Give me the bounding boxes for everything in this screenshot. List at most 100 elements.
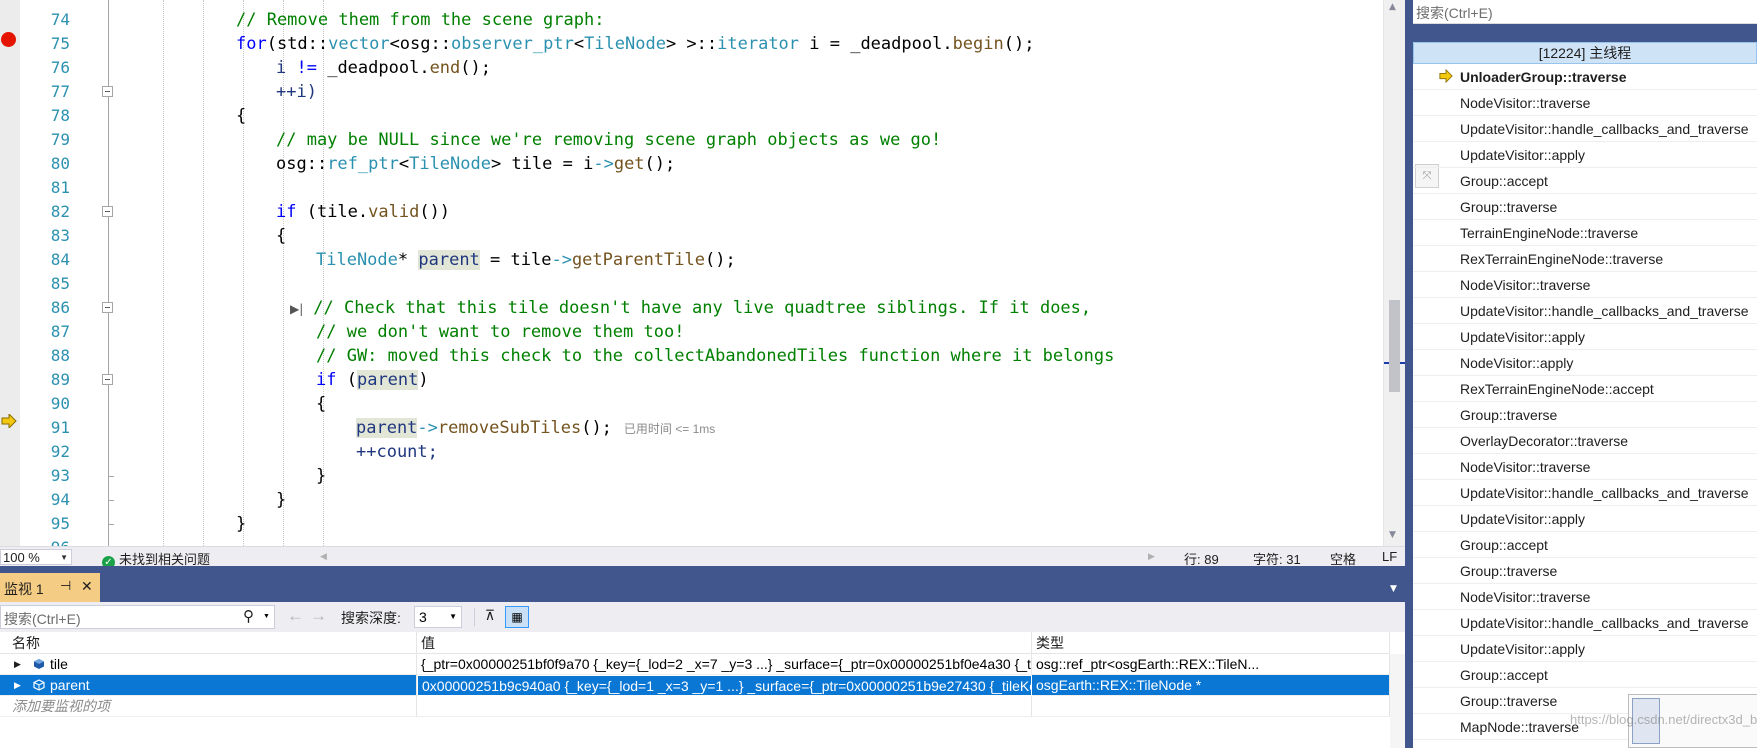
code-line-77: ++i) [276,80,317,104]
stack-frame[interactable]: RexTerrainEngineNode::traverse [1413,246,1757,272]
scroll-up-icon[interactable]: ▲ [1389,2,1396,12]
code-token: (); [460,58,491,78]
watch-add-row[interactable]: 添加要监视的项 [0,696,1390,717]
line-number: 90 [50,394,70,413]
code-token: (std:: [266,34,329,54]
expand-icon[interactable]: ▶ [14,654,21,674]
watch-row-selected[interactable]: ▶ parent 0x00000251b9c940a0 {_key={_lod=… [0,675,1390,696]
scroll-down-icon[interactable]: ▼ [1389,530,1396,540]
stack-frame[interactable]: UpdateVisitor::handle_callbacks_and_trav… [1413,480,1757,506]
stack-frame[interactable]: UpdateVisitor::apply [1413,636,1757,662]
code-token: (); [1003,34,1035,54]
stack-frame[interactable]: UpdateVisitor::handle_callbacks_and_trav… [1413,298,1757,324]
fold-collapse-icon[interactable] [102,302,113,313]
window-position-menu-icon[interactable]: ▼ [1390,584,1397,594]
fold-end-marker [108,476,114,477]
stack-frame[interactable]: UpdateVisitor::handle_callbacks_and_trav… [1413,610,1757,636]
watch-value[interactable]: 0x00000251b9c940a0 {_key={_lod=1 _x=3 _y… [417,675,1032,696]
stack-frame[interactable]: NodeVisitor::traverse [1413,272,1757,298]
column-header-type[interactable]: 类型 [1032,632,1390,654]
watch-vertical-scrollbar[interactable] [1390,654,1405,748]
watermark-text: https://blog.csdn.net/directx3d_beginner [1570,712,1757,727]
stack-frame[interactable]: Group::traverse [1413,194,1757,220]
search-placeholder: 搜索(Ctrl+E) [4,611,81,627]
add-watch-placeholder[interactable]: 添加要监视的项 [0,696,417,717]
callstack-search-input[interactable]: 搜索(Ctrl+E) [1413,0,1757,24]
code-line-95: } [236,512,246,536]
fold-collapse-icon[interactable] [102,374,113,385]
line-number: 85 [50,274,70,293]
watch-value[interactable]: {_ptr=0x00000251bf0f9a70 {_key={_lod=2 _… [417,654,1032,675]
code-editor[interactable]: 74 75 76 77 78 79 80 81 82 83 84 85 86 8… [0,0,1405,546]
scroll-thumb[interactable] [1389,300,1400,392]
tab-watch-1[interactable]: 监视 1 ⊣ ✕ [0,573,100,602]
call-stack-panel: 搜索(Ctrl+E) [12224] 主线程 ⤧ UnloaderGroup::… [1405,0,1757,748]
column-header-value[interactable]: 值 [417,632,1032,654]
code-token: { [276,226,287,246]
code-line-78: { [236,104,246,128]
variable-icon [34,659,44,669]
expand-icon[interactable]: ▶ [14,675,21,695]
watch-toolbar: 搜索(Ctrl+E) ⚲ ▼ ←→ 搜索深度: 3 ▼ ⊼ ▦ [0,602,1405,632]
stack-frame[interactable]: OverlayDecorator::traverse [1413,428,1757,454]
frame-label: UpdateVisitor::apply [1460,511,1586,527]
perf-tip[interactable]: 已用时间 <= 1ms [624,422,715,436]
view-as-hex-icon[interactable]: ▦ [505,606,529,628]
zoom-dropdown[interactable]: 100 % ▼ [0,549,72,565]
frame-label: Group::traverse [1460,693,1558,709]
editor-vertical-scrollbar[interactable]: ▲ ▼ [1383,0,1405,546]
chevron-down-icon[interactable]: ▼ [263,613,270,620]
stack-frame[interactable]: UpdateVisitor::apply [1413,142,1757,168]
run-to-click-icon[interactable]: ▶| [290,302,303,316]
watch-row[interactable]: ▶ tile {_ptr=0x00000251bf0f9a70 {_key={_… [0,654,1390,675]
stack-frame[interactable]: Group::accept [1413,532,1757,558]
code-token: { [316,394,327,414]
stack-frame[interactable]: Group::traverse [1413,558,1757,584]
thread-header[interactable]: [12224] 主线程 [1413,42,1757,64]
empty-cell [1032,696,1390,717]
operator-token: -> [417,418,438,438]
frame-label: UpdateVisitor::apply [1460,641,1586,657]
watch-name: tile [50,656,68,672]
stack-frame[interactable]: UpdateVisitor::handle_callbacks_and_trav… [1413,116,1757,142]
watch-type: osgEarth::REX::TileNode * [1032,675,1390,696]
search-depth-select[interactable]: 3 ▼ [414,606,462,628]
code-token: { [236,106,247,126]
code-token: } [316,466,327,486]
stack-frame-active[interactable]: UnloaderGroup::traverse [1413,64,1757,90]
column-header-name[interactable]: 名称 [0,632,417,654]
stack-frame[interactable]: RexTerrainEngineNode::accept [1413,376,1757,402]
stack-frame[interactable]: UpdateVisitor::apply [1413,506,1757,532]
pin-icon[interactable]: ⊣ [60,578,71,594]
stack-frame[interactable]: NodeVisitor::traverse [1413,90,1757,116]
stack-frame[interactable]: Group::accept [1413,662,1757,688]
fold-collapse-icon[interactable] [102,206,113,217]
frame-label: UpdateVisitor::handle_callbacks_and_trav… [1460,121,1749,137]
scroll-left-icon[interactable]: ◀ [320,551,327,562]
stack-frame[interactable]: NodeVisitor::traverse [1413,454,1757,480]
function-token: getParentTile [571,250,705,270]
scroll-right-icon[interactable]: ▶ [1148,551,1155,562]
filter-pin-icon[interactable]: ⊼ [479,607,501,627]
glyph-margin[interactable] [0,0,20,546]
search-nav-arrows[interactable]: ←→ [287,606,333,626]
watch-search-input[interactable]: 搜索(Ctrl+E) ⚲ ▼ [0,605,275,629]
stack-frame[interactable]: Group::traverse [1413,402,1757,428]
stack-frame[interactable]: TerrainEngineNode::traverse [1413,220,1757,246]
stack-frame[interactable]: NodeVisitor::apply [1413,350,1757,376]
stack-frame[interactable]: Group::accept [1413,168,1757,194]
line-ending-indicator[interactable]: LF [1382,549,1397,564]
line-number: 81 [50,178,70,197]
close-icon[interactable]: ✕ [81,578,93,595]
frame-label: RexTerrainEngineNode::accept [1460,381,1654,397]
frame-label: NodeVisitor::traverse [1460,95,1591,111]
fold-collapse-icon[interactable] [102,86,113,97]
stack-frame[interactable]: UpdateVisitor::apply [1413,324,1757,350]
search-icon[interactable]: ⚲ [243,607,254,625]
stack-frame[interactable]: NodeVisitor::traverse [1413,584,1757,610]
watch-window: 监视 1 ⊣ ✕ ▼ 搜索(Ctrl+E) ⚲ ▼ ←→ 搜索深度: 3 ▼ ⊼ … [0,566,1405,748]
code-token: * [397,250,419,270]
current-statement-arrow-icon [1,414,17,428]
variable-highlight: parent [356,418,418,438]
breakpoint-icon[interactable] [1,32,16,47]
